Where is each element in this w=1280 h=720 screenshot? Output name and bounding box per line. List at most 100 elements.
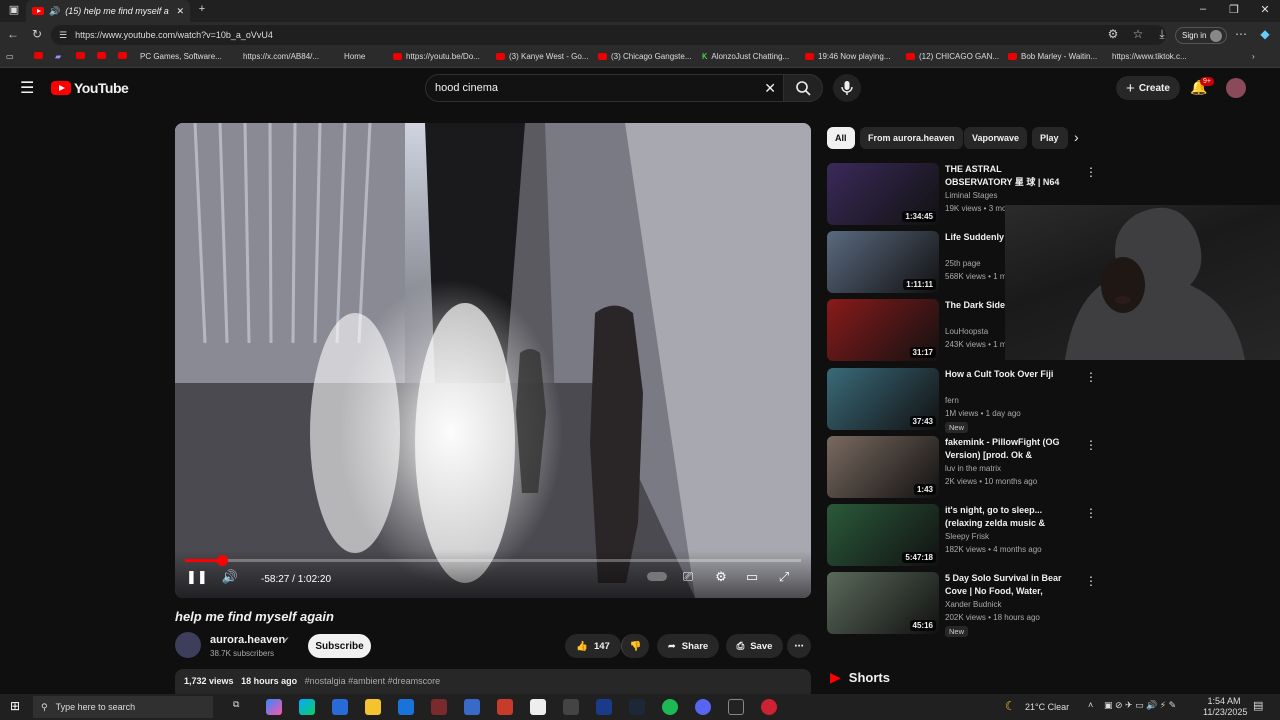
more-icon[interactable]: ⋯ xyxy=(1233,27,1249,41)
copilot-app-icon[interactable] xyxy=(266,699,282,715)
recommendation-thumbnail[interactable]: 1:11:11 xyxy=(827,231,939,293)
create-button[interactable]: + Create xyxy=(1116,76,1180,100)
scrubber-handle[interactable] xyxy=(216,555,228,566)
recommendation-menu-icon[interactable]: ⋮ xyxy=(1085,574,1097,588)
start-icon[interactable]: ⊞ xyxy=(10,699,20,713)
recommendation-channel[interactable]: Sleepy Frisk xyxy=(945,532,989,541)
window-close-icon[interactable]: ✕ xyxy=(1255,3,1275,16)
task-view-icon[interactable]: ⧉ xyxy=(233,699,249,715)
app-icon[interactable] xyxy=(563,699,579,715)
app-icon[interactable] xyxy=(596,699,612,715)
account-avatar[interactable] xyxy=(1226,78,1246,98)
recommendation-channel[interactable]: LouHoopsta xyxy=(945,327,988,336)
recommendation-thumbnail[interactable]: 1:43 xyxy=(827,436,939,498)
hashtags[interactable]: #nostalgia #ambient #dreamscore xyxy=(305,676,441,686)
recommendation-title[interactable]: THE ASTRAL OBSERVATORY 星 球 | N64 Low Pol… xyxy=(945,163,1070,189)
video-player[interactable]: ❚❚ 🔊 -58:27 / 1:02:20 ⎚ ⚙ ▭ ⤢ xyxy=(175,123,811,598)
bookmark-bar-icon[interactable]: ▭ xyxy=(6,52,14,61)
notification-center-icon[interactable]: ▤ xyxy=(1253,699,1263,712)
channel-avatar[interactable] xyxy=(175,632,201,658)
channel-name[interactable]: aurora.heaven xyxy=(210,634,285,646)
volume-icon[interactable]: 🔊 xyxy=(220,569,240,585)
file-explorer-icon[interactable] xyxy=(365,699,381,715)
spotify-icon[interactable] xyxy=(662,699,678,715)
bookmarks-overflow-icon[interactable]: › xyxy=(1252,52,1255,61)
recommendation-item[interactable]: 5:47:18 it's night, go to sleep... (relax… xyxy=(827,504,1097,568)
bookmark-item[interactable]: (12) CHICAGO GAN... xyxy=(906,52,999,61)
theater-mode-icon[interactable]: ▭ xyxy=(742,569,762,585)
share-button[interactable]: ➦ Share xyxy=(657,634,719,658)
copilot-icon[interactable]: ◆ xyxy=(1257,27,1273,41)
minimize-icon[interactable]: – xyxy=(1193,3,1213,15)
chips-next-icon[interactable]: › xyxy=(1074,129,1079,145)
tab-close-icon[interactable]: ✕ xyxy=(176,6,184,17)
bookmark-youtube-icon[interactable] xyxy=(34,52,43,59)
bookmark-item[interactable]: K AlonzoJust Chatting... xyxy=(702,52,789,61)
store-icon[interactable] xyxy=(332,699,348,715)
recommendation-item[interactable]: 45:16 5 Day Solo Survival in Bear Cove | … xyxy=(827,572,1097,637)
dislike-button[interactable]: 👎 xyxy=(621,634,649,658)
clear-search-icon[interactable]: ✕ xyxy=(764,75,776,101)
bookmark-twitch-icon[interactable]: ▰ xyxy=(55,52,61,61)
recommendation-thumbnail[interactable]: 5:47:18 xyxy=(827,504,939,566)
bookmark-item[interactable]: Home xyxy=(344,52,365,61)
recommendation-channel[interactable]: Liminal Stages xyxy=(945,191,997,200)
subtitles-icon[interactable]: ⎚ xyxy=(678,569,698,585)
recommendation-title[interactable]: 5 Day Solo Survival in Bear Cove | No Fo… xyxy=(945,572,1070,598)
voice-search-button[interactable] xyxy=(833,74,861,102)
favorites-icon[interactable]: ☆ xyxy=(1130,27,1146,41)
bookmark-item[interactable]: https://www.tiktok.c... xyxy=(1112,52,1187,61)
recommendation-title[interactable]: it's night, go to sleep... (relaxing zel… xyxy=(945,504,1070,530)
recommendation-channel[interactable]: Xander Budnick xyxy=(945,600,1001,609)
youtube-logo[interactable]: YouTube xyxy=(51,80,129,96)
bookmark-item[interactable]: https://x.com/AB84/... xyxy=(243,52,319,61)
restore-icon[interactable]: ❐ xyxy=(1224,3,1244,16)
site-info-icon[interactable]: ☰ xyxy=(59,30,67,41)
recommendation-channel[interactable]: 25th page xyxy=(945,259,981,268)
discord-icon[interactable] xyxy=(695,699,711,715)
recommendation-thumbnail[interactable]: 45:16 xyxy=(827,572,939,634)
app-icon[interactable] xyxy=(728,699,744,715)
pause-icon[interactable]: ❚❚ xyxy=(186,569,208,585)
chip-vaporwave[interactable]: Vaporwave xyxy=(964,127,1028,149)
more-actions-button[interactable]: ⋯ xyxy=(787,634,811,658)
chip-play[interactable]: Play xyxy=(1032,127,1068,149)
browser-tab-active[interactable]: 🔊 (15) help me find myself a ✕ xyxy=(26,0,190,22)
app-icon[interactable] xyxy=(464,699,480,715)
sign-in-button[interactable]: Sign in xyxy=(1175,27,1227,44)
outlook-icon[interactable] xyxy=(398,699,414,715)
app-icon[interactable] xyxy=(761,699,777,715)
subscribe-button[interactable]: Subscribe xyxy=(308,634,371,658)
app-icon[interactable] xyxy=(497,699,513,715)
recommendation-menu-icon[interactable]: ⋮ xyxy=(1085,165,1097,179)
bookmark-item[interactable]: (3) Chicago Gangste... xyxy=(598,52,691,61)
recommendation-item[interactable]: 1:43 fakemink - PillowFight (OG Version) … xyxy=(827,436,1097,500)
bookmark-item[interactable]: (3) Kanye West - Go... xyxy=(496,52,588,61)
search-input[interactable]: hood cinema ✕ xyxy=(425,74,785,102)
recommendation-title[interactable]: fakemink - PillowFight (OG Version) [pro… xyxy=(945,436,1070,462)
steam-icon[interactable] xyxy=(629,699,645,715)
chip-from-channel[interactable]: From aurora.heaven xyxy=(860,127,963,149)
bookmark-item[interactable]: https://youtu.be/Do... xyxy=(393,52,480,61)
back-icon[interactable]: ← xyxy=(5,27,21,41)
bookmark-item[interactable]: Bob Marley - Waitin... xyxy=(1008,52,1097,61)
bookmark-youtube-icon[interactable] xyxy=(97,52,106,59)
clock[interactable]: 1:54 AM 11/23/2025 xyxy=(1203,696,1247,718)
app-icon[interactable] xyxy=(530,699,546,715)
taskbar-search[interactable]: ⚲ Type here to search xyxy=(33,696,213,718)
bookmark-youtube-icon[interactable] xyxy=(118,52,127,59)
tab-actions-icon[interactable]: ▣ xyxy=(4,3,24,16)
extensions-icon[interactable]: ⚙ xyxy=(1105,27,1121,41)
recommendation-item[interactable]: 37:43 How a Cult Took Over Fiji fern 1M vie… xyxy=(827,368,1097,433)
recommendation-menu-icon[interactable]: ⋮ xyxy=(1085,438,1097,452)
new-tab-icon[interactable]: + xyxy=(192,3,212,15)
downloads-icon[interactable]: ⤓ xyxy=(1154,27,1170,42)
bookmark-item[interactable]: 19:46 Now playing... xyxy=(805,52,891,61)
recommendation-menu-icon[interactable]: ⋮ xyxy=(1085,506,1097,520)
settings-icon[interactable]: ⚙ xyxy=(711,569,731,585)
search-button[interactable] xyxy=(783,74,823,102)
tray-icons[interactable]: ▣ ⊘ ✈ ▭ 🔊 ⚡ ✎ xyxy=(1104,700,1176,711)
weather-text[interactable]: 21°C Clear xyxy=(1025,702,1069,712)
like-button[interactable]: 👍 147 xyxy=(565,634,621,658)
recommendation-title[interactable]: How a Cult Took Over Fiji xyxy=(945,368,1070,381)
